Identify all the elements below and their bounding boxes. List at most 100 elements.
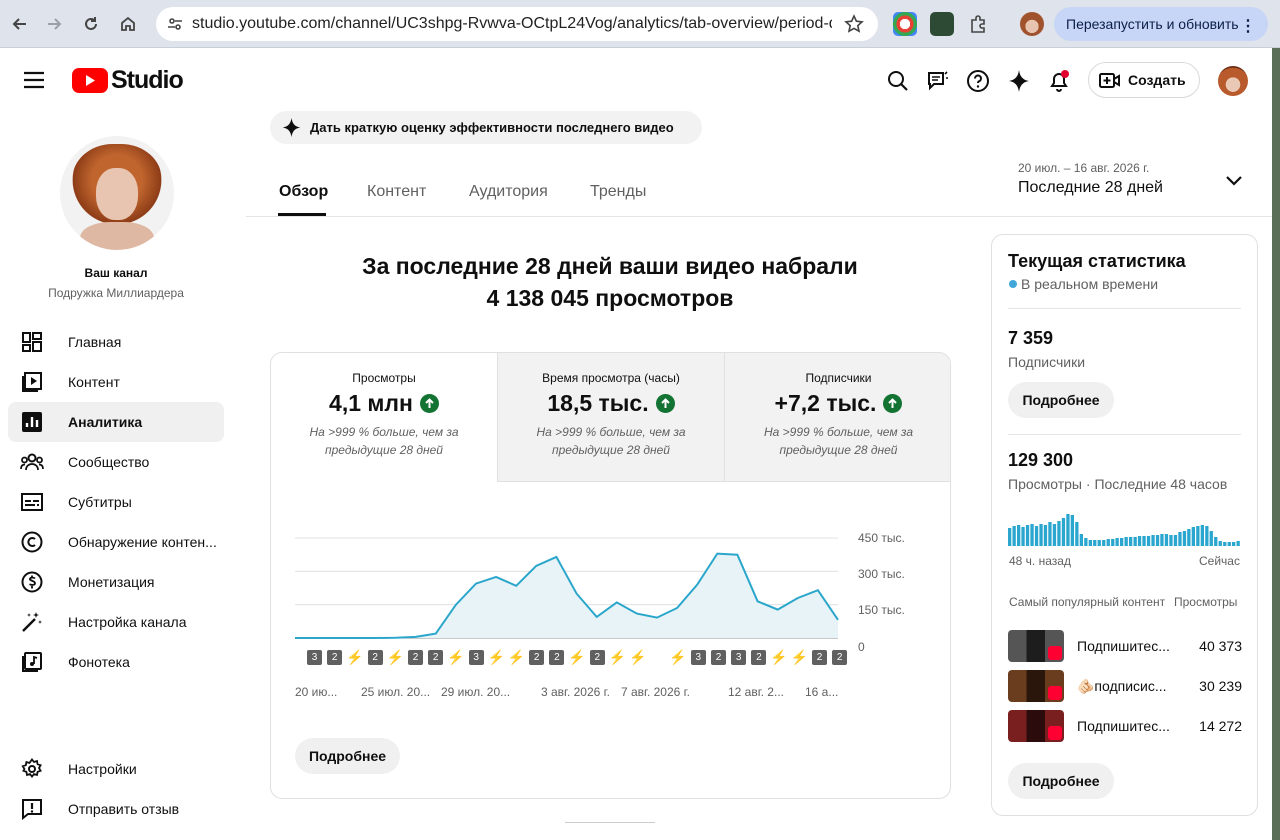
summary-line2: 4 138 045 просмотров	[486, 285, 734, 311]
shorts-marker-icon[interactable]: ⚡	[791, 649, 808, 665]
publish-marker[interactable]: 3	[731, 650, 747, 665]
x-tick-label: 25 июл. 20...	[361, 685, 431, 699]
publish-marker[interactable]: 2	[428, 650, 444, 665]
profile-avatar-icon[interactable]	[1020, 12, 1044, 36]
sidebar-item-customization[interactable]: Настройка канала	[8, 602, 224, 642]
shorts-marker-icon[interactable]: ⚡	[629, 649, 646, 665]
sparkline-bar	[1173, 535, 1178, 546]
top-content-row[interactable]: Подпишитес... 40 373	[1008, 630, 1242, 666]
tab-content[interactable]: Контент	[367, 183, 426, 201]
help-icon[interactable]	[962, 65, 994, 97]
sparkline-bar	[1066, 514, 1070, 546]
sparkline-bar	[1084, 538, 1088, 546]
sidebar-item-content[interactable]: Контент	[8, 362, 224, 402]
publish-marker[interactable]: 2	[367, 650, 383, 665]
shorts-marker-icon[interactable]: ⚡	[387, 649, 404, 665]
studio-logo[interactable]: Studio	[72, 66, 184, 94]
home-icon[interactable]	[114, 10, 142, 38]
account-avatar[interactable]	[1218, 66, 1248, 96]
extensions-puzzle-icon[interactable]	[964, 10, 992, 38]
ai-summary-chip[interactable]: Дать краткую оценку эффективности послед…	[270, 111, 702, 144]
sidebar-item-label: Главная	[68, 334, 122, 350]
sidebar-item-label: Фонотека	[68, 654, 130, 670]
sparkline-bar	[1205, 526, 1209, 546]
top-content-row[interactable]: Подпишитес... 14 272	[1008, 710, 1242, 746]
publish-marker[interactable]: 2	[529, 650, 545, 665]
channel-name[interactable]: Подружка Миллиардера	[0, 286, 232, 300]
publish-marker[interactable]: 3	[468, 650, 484, 665]
metric-views[interactable]: Просмотры 4,1 млн На >999 % больше, чем …	[271, 353, 497, 481]
sparkline-bar	[1039, 524, 1043, 546]
sparkline-bar	[1052, 524, 1057, 546]
sidebar-item-monetization[interactable]: Монетизация	[8, 562, 224, 602]
publish-marker[interactable]: 2	[812, 650, 827, 665]
publish-marker[interactable]: 3	[307, 650, 322, 665]
views-48h-sparkline[interactable]	[1008, 510, 1241, 546]
publish-marker[interactable]: 2	[711, 650, 726, 665]
views-chart[interactable]	[290, 528, 850, 648]
create-button[interactable]: Создать	[1088, 62, 1200, 98]
bookmark-star-icon[interactable]	[844, 14, 864, 39]
period-selector[interactable]: 20 июл. – 16 авг. 2026 г. Последние 28 д…	[1018, 160, 1258, 210]
sidebar-item-community[interactable]: Сообщество	[8, 442, 224, 482]
top-content-more-button[interactable]: Подробнее	[1008, 763, 1114, 799]
shorts-marker-icon[interactable]: ⚡	[568, 649, 585, 665]
back-icon[interactable]	[6, 10, 34, 38]
sidebar-item-subtitles[interactable]: Субтитры	[8, 482, 224, 522]
publish-marker[interactable]: 3	[690, 650, 706, 665]
metric-value: 4,1 млн	[329, 390, 413, 416]
shorts-marker-icon[interactable]: ⚡	[669, 649, 686, 665]
y-tick-label: 0	[858, 640, 865, 654]
publish-marker[interactable]: 2	[589, 650, 605, 665]
publish-marker[interactable]: 2	[832, 650, 848, 665]
relaunch-update-button[interactable]: Перезапустить и обновить ⋮	[1054, 7, 1268, 41]
shorts-marker-icon[interactable]: ⚡	[488, 649, 505, 665]
channel-avatar[interactable]	[60, 136, 174, 250]
comments-icon[interactable]	[922, 65, 954, 97]
sparkle-icon[interactable]	[1003, 65, 1035, 97]
address-bar[interactable]: studio.youtube.com/channel/UC3shpg-Rvwva…	[156, 7, 878, 41]
publish-marker[interactable]: 2	[751, 650, 767, 665]
browser-toolbar: studio.youtube.com/channel/UC3shpg-Rvwva…	[0, 0, 1280, 48]
subscribers-more-button[interactable]: Подробнее	[1008, 382, 1114, 418]
sidebar-item-dashboard[interactable]: Главная	[8, 322, 224, 362]
metric-subscribers[interactable]: Подписчики +7,2 тыс. На >999 % больше, ч…	[724, 353, 950, 481]
shorts-marker-icon[interactable]: ⚡	[770, 649, 787, 665]
sidebar-item-analytics[interactable]: Аналитика	[8, 402, 224, 442]
shorts-icon	[1048, 686, 1062, 700]
shorts-marker-icon[interactable]: ⚡	[609, 649, 626, 665]
sparkline-bar	[1169, 535, 1173, 546]
shorts-marker-icon[interactable]: ⚡	[508, 649, 525, 665]
see-more-button[interactable]: Подробнее	[295, 738, 400, 774]
sidebar-item-audio-library[interactable]: Фонотека	[8, 642, 224, 682]
sidebar-item-settings[interactable]: Настройки	[8, 749, 224, 789]
shorts-marker-icon[interactable]: ⚡	[346, 649, 363, 665]
sparkline-bar	[1017, 525, 1021, 546]
tab-audience[interactable]: Аудитория	[469, 183, 548, 201]
more-vert-icon[interactable]: ⋮	[1240, 16, 1256, 36]
forward-icon[interactable]	[40, 10, 68, 38]
menu-icon[interactable]	[18, 68, 50, 97]
top-content-row[interactable]: 🫵🏻подписис... 30 239	[1008, 670, 1242, 706]
x-tick-label: 12 авг. 2...	[728, 685, 784, 699]
sparkline-bar	[1124, 537, 1128, 546]
sparkline-bar	[1223, 542, 1227, 546]
publish-marker[interactable]: 2	[327, 650, 343, 665]
sparkline-bar	[1061, 518, 1066, 546]
metric-watch-time[interactable]: Время просмотра (часы) 18,5 тыс. На >999…	[497, 353, 724, 481]
shorts-marker-icon[interactable]: ⚡	[447, 649, 464, 665]
publish-marker[interactable]: 2	[408, 650, 423, 665]
sidebar-item-feedback[interactable]: Отправить отзыв	[8, 789, 224, 829]
publish-marker[interactable]: 2	[549, 650, 565, 665]
tab-trends[interactable]: Тренды	[590, 183, 646, 201]
reload-icon[interactable]	[77, 10, 105, 38]
ai-summary-text: Дать краткую оценку эффективности послед…	[310, 120, 674, 135]
site-settings-icon[interactable]	[166, 15, 184, 38]
extension-color-icon[interactable]	[893, 12, 917, 36]
extension-green-icon[interactable]	[930, 12, 954, 36]
search-icon[interactable]	[882, 65, 914, 97]
live-dot-icon	[1009, 280, 1017, 288]
sidebar-item-content-detection[interactable]: Обнаружение контен...	[8, 522, 224, 562]
tab-overview[interactable]: Обзор	[279, 183, 328, 201]
notifications-icon[interactable]	[1043, 65, 1075, 97]
